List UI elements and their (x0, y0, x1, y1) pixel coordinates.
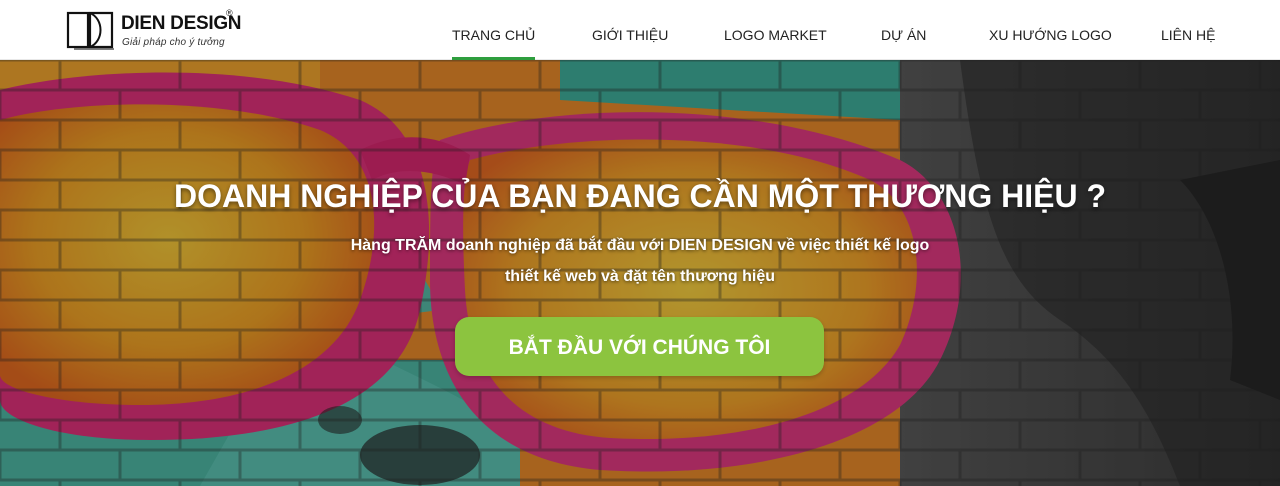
site-header: DIEN DESIGN ® Giải pháp cho ý tưởng TRAN… (0, 0, 1280, 60)
hero-banner: DOANH NGHIỆP CỦA BẠN ĐANG CẦN MỘT THƯƠNG… (0, 60, 1280, 486)
nav-item-trang-chu[interactable]: TRANG CHỦ (452, 0, 536, 60)
nav-item-logo-market[interactable]: LOGO MARKET (724, 0, 827, 60)
nav-item-gioi-thieu[interactable]: GIỚI THIỆU (592, 0, 668, 60)
get-started-button[interactable]: BẮT ĐẦU VỚI CHÚNG TÔI (455, 317, 824, 376)
nav-item-xu-huong-logo[interactable]: XU HƯỚNG LOGO (989, 0, 1112, 60)
hero-subtitle-line1: Hàng TRĂM doanh nghiệp đã bắt đầu với DI… (350, 237, 930, 254)
nav-item-du-an[interactable]: DỰ ÁN (881, 0, 926, 60)
nav-item-lien-he[interactable]: LIÊN HỆ (1161, 0, 1215, 60)
hero-title: DOANH NGHIỆP CỦA BẠN ĐANG CẦN MỘT THƯƠNG… (173, 178, 1107, 214)
main-nav: TRANG CHỦ GIỚI THIỆU LOGO MARKET DỰ ÁN X… (0, 0, 1280, 60)
hero-subtitle-line2: thiết kế web và đặt tên thương hiệu (504, 268, 776, 285)
